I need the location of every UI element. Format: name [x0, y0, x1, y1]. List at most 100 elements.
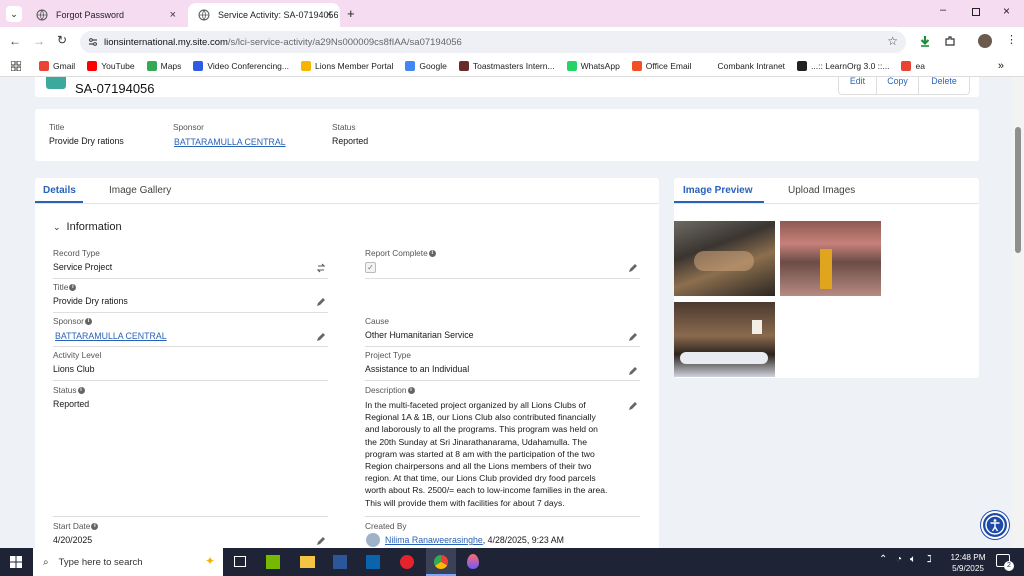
- tab-title: Forgot Password: [56, 10, 125, 20]
- pencil-edit-icon[interactable]: [628, 366, 638, 376]
- task-view-icon[interactable]: [234, 556, 246, 567]
- accessibility-button[interactable]: [981, 511, 1009, 539]
- pencil-edit-icon[interactable]: [628, 401, 638, 411]
- info-icon[interactable]: i: [69, 284, 77, 292]
- taskbar-search-box[interactable]: ⌕ Type here to search ✦: [33, 548, 223, 576]
- field-value: Other Humanitarian Service: [365, 330, 474, 340]
- tab-details[interactable]: Details: [43, 185, 76, 196]
- sponsor-link[interactable]: BATTARAMULLA CENTRAL: [55, 331, 167, 341]
- bookmark-item[interactable]: Lions Member Portal: [301, 61, 393, 71]
- edit-button[interactable]: Edit: [839, 77, 877, 94]
- word-icon[interactable]: [333, 555, 347, 569]
- extensions-icon[interactable]: [944, 35, 956, 47]
- description-text: In the multi-faceted project organized b…: [365, 399, 627, 509]
- description-line: program was started at 8 am with the par…: [365, 448, 595, 459]
- highlight-title-label: Title: [49, 122, 65, 132]
- tab-search-button[interactable]: ⌄: [6, 6, 22, 22]
- report-complete-checkbox[interactable]: ✓: [365, 262, 376, 273]
- tab-active-underline: [35, 201, 83, 203]
- pencil-edit-icon[interactable]: [316, 332, 326, 342]
- notifications-button[interactable]: 2: [996, 554, 1014, 571]
- tab-upload-images[interactable]: Upload Images: [788, 185, 855, 196]
- minimize-button[interactable]: –: [940, 4, 946, 16]
- bookmark-item[interactable]: YouTube: [87, 61, 135, 71]
- bookmark-label: Maps: [160, 61, 182, 71]
- tab-service-activity[interactable]: Service Activity: SA-07194056 ×: [188, 3, 340, 27]
- pencil-edit-icon[interactable]: [316, 297, 326, 307]
- nvidia-app-icon[interactable]: [266, 555, 280, 569]
- file-explorer-icon[interactable]: [300, 556, 315, 568]
- page-scrollbar[interactable]: [1012, 77, 1024, 548]
- apps-grid-icon[interactable]: [11, 61, 21, 71]
- new-tab-button[interactable]: +: [347, 6, 355, 21]
- bookmark-item[interactable]: Toastmasters Intern...: [458, 61, 555, 71]
- reload-icon[interactable]: ↻: [57, 33, 67, 47]
- browser-toolbar: ← → ↻ lionsinternational.my.site.com/s/l…: [0, 27, 1024, 56]
- field-created-by: Created By Nilima Ranaweerasinghe, 4/28/…: [365, 519, 640, 548]
- tab-image-gallery[interactable]: Image Gallery: [109, 185, 171, 196]
- menu-kebab-icon[interactable]: ⋮: [1006, 33, 1017, 46]
- images-panel: Image Preview Upload Images: [674, 178, 979, 378]
- info-icon[interactable]: i: [91, 523, 99, 531]
- chrome-taskbar-icon[interactable]: [426, 548, 456, 576]
- field-activity-level: Activity Level Lions Club: [53, 348, 328, 381]
- bookmarks-overflow-icon[interactable]: »: [998, 60, 1004, 72]
- close-tab-icon[interactable]: ×: [326, 9, 332, 21]
- highlight-title-value: Provide Dry rations: [49, 136, 124, 146]
- bookmark-item[interactable]: Maps: [146, 61, 182, 71]
- record-actions: Edit Copy Delete: [838, 77, 970, 95]
- info-icon[interactable]: i: [428, 250, 436, 258]
- description-line: This will provide them with facilities f…: [365, 497, 565, 508]
- bookmark-star-icon[interactable]: ☆: [887, 34, 898, 48]
- service-activity-icon: [46, 77, 66, 89]
- pencil-edit-icon[interactable]: [628, 263, 638, 273]
- bookmark-label: Video Conferencing...: [207, 61, 289, 71]
- change-record-type-icon[interactable]: [316, 263, 326, 273]
- windows-start-icon[interactable]: [10, 556, 22, 568]
- download-icon[interactable]: [919, 35, 931, 47]
- tab-forgot-password[interactable]: Forgot Password ×: [26, 3, 184, 27]
- created-by-user-link[interactable]: Nilima Ranaweerasinghe: [385, 535, 483, 545]
- info-icon[interactable]: i: [84, 318, 92, 326]
- delete-button[interactable]: Delete: [919, 77, 969, 94]
- address-bar[interactable]: lionsinternational.my.site.com/s/lci-ser…: [80, 31, 906, 53]
- section-information-toggle[interactable]: ⌄ Information: [53, 221, 122, 233]
- opera-icon[interactable]: [400, 555, 414, 569]
- description-line: Region chairpersons and all the Lions me…: [365, 461, 592, 472]
- maximize-button[interactable]: [972, 8, 980, 16]
- site-info-icon[interactable]: [88, 37, 98, 47]
- gallery-image-2[interactable]: [780, 221, 881, 296]
- gallery-image-3[interactable]: [674, 302, 775, 377]
- bookmark-item[interactable]: ea: [901, 61, 925, 71]
- volume-icon[interactable]: 🔈︎: [910, 554, 916, 565]
- clock[interactable]: 12:48 PM 5/9/2025: [946, 552, 990, 574]
- info-icon[interactable]: i: [77, 387, 85, 395]
- copy-button[interactable]: Copy: [877, 77, 919, 94]
- ime-icon[interactable]: ℷ: [927, 554, 932, 565]
- info-icon[interactable]: i: [407, 387, 415, 395]
- bookmark-item[interactable]: ...:: LearnOrg 3.0 ::...: [797, 61, 889, 71]
- bookmark-item[interactable]: Combank Intranet: [703, 61, 785, 71]
- profile-avatar[interactable]: [978, 34, 992, 48]
- back-icon[interactable]: ←: [9, 34, 21, 48]
- outlook-icon[interactable]: [366, 555, 380, 569]
- bookmark-item[interactable]: Office Email: [631, 61, 691, 71]
- bookmark-item[interactable]: Gmail: [39, 61, 75, 71]
- gallery-image-1[interactable]: [674, 221, 775, 296]
- forward-icon[interactable]: →: [33, 34, 45, 48]
- scrollbar-thumb[interactable]: [1015, 127, 1021, 253]
- pencil-edit-icon[interactable]: [628, 332, 638, 342]
- close-tab-icon[interactable]: ×: [170, 9, 176, 21]
- app-drop-icon[interactable]: [467, 554, 479, 569]
- field-title: Title i Provide Dry rations: [53, 280, 328, 313]
- tray-overflow-icon[interactable]: ⌃: [879, 554, 887, 565]
- close-window-button[interactable]: ×: [1003, 4, 1010, 18]
- field-cause: Cause Other Humanitarian Service: [365, 314, 640, 347]
- network-icon[interactable]: ◔: [896, 554, 902, 565]
- bookmark-item[interactable]: Google: [405, 61, 447, 71]
- highlight-sponsor-link[interactable]: BATTARAMULLA CENTRAL: [174, 137, 286, 147]
- bookmark-item[interactable]: WhatsApp: [566, 61, 620, 71]
- pencil-edit-icon[interactable]: [316, 536, 326, 546]
- tab-image-preview[interactable]: Image Preview: [683, 185, 752, 196]
- bookmark-item[interactable]: Video Conferencing...: [193, 61, 289, 71]
